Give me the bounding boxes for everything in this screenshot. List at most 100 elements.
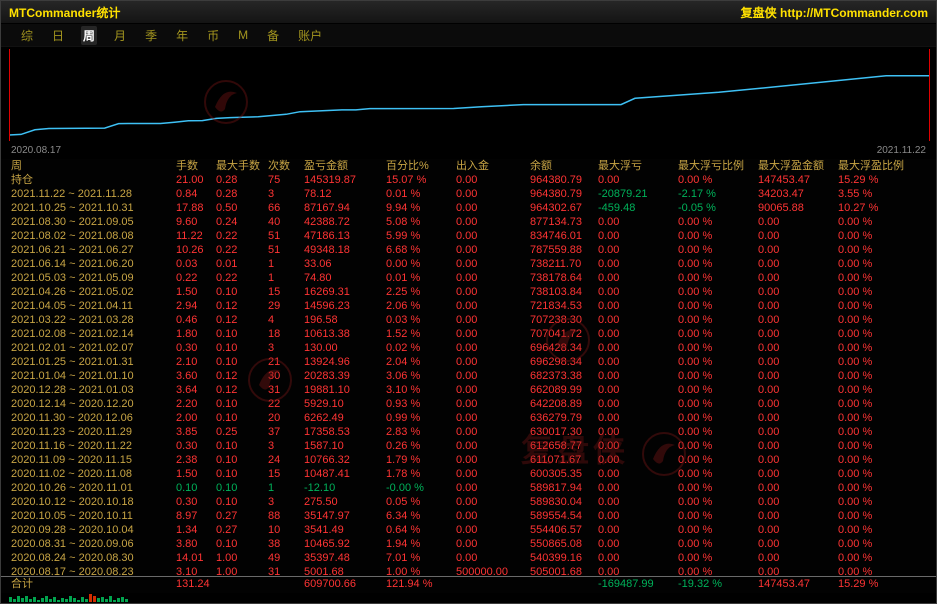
- column-header[interactable]: 百分比%: [386, 159, 456, 173]
- column-header[interactable]: 出入金: [456, 159, 530, 173]
- mini-bar: [97, 598, 100, 602]
- table-cell: 0.00 %: [838, 453, 936, 467]
- table-cell: 0.00 %: [678, 397, 758, 411]
- column-header[interactable]: 周: [11, 159, 176, 173]
- table-row[interactable]: 2021.04.26 ~ 2021.05.021.500.101516269.3…: [1, 285, 936, 299]
- table-cell: 0.00: [598, 257, 678, 271]
- table-cell: 3.10 %: [386, 383, 456, 397]
- table-cell: 0.30: [176, 341, 216, 355]
- table-cell: 10465.92: [304, 537, 386, 551]
- table-cell: 0.00: [598, 285, 678, 299]
- table-row[interactable]: 2021.05.03 ~ 2021.05.090.220.22174.800.0…: [1, 271, 936, 285]
- mini-bar: [85, 599, 88, 602]
- column-header[interactable]: 次数: [268, 159, 304, 173]
- table-cell: 1.00: [216, 565, 268, 576]
- column-header[interactable]: 最大浮亏: [598, 159, 678, 173]
- menu-item-日[interactable]: 日: [50, 26, 66, 45]
- mini-bar: [41, 598, 44, 602]
- menu-item-综[interactable]: 综: [19, 26, 35, 45]
- table-cell: 0.10: [216, 285, 268, 299]
- table-row[interactable]: 持仓21.000.2875145319.8715.07 %0.00964380.…: [1, 173, 936, 187]
- mini-bar: [61, 598, 64, 602]
- table-cell: 540399.16: [530, 551, 598, 565]
- table-cell: 0.10: [216, 467, 268, 481]
- table-row[interactable]: 2020.08.31 ~ 2020.09.063.800.103810465.9…: [1, 537, 936, 551]
- table-row[interactable]: 2021.02.01 ~ 2021.02.070.300.103130.000.…: [1, 341, 936, 355]
- table-row[interactable]: 2020.11.02 ~ 2020.11.081.500.101510487.4…: [1, 467, 936, 481]
- menu-item-账户[interactable]: 账户: [296, 26, 324, 45]
- table-row[interactable]: 2021.01.04 ~ 2021.01.103.600.123020283.3…: [1, 369, 936, 383]
- table-cell: 636279.79: [530, 411, 598, 425]
- column-header[interactable]: 余额: [530, 159, 598, 173]
- table-cell: 6262.49: [304, 411, 386, 425]
- table-cell: 7.01 %: [386, 551, 456, 565]
- table-cell: -459.48: [598, 201, 678, 215]
- table-row[interactable]: 2021.01.25 ~ 2021.01.312.100.102113924.9…: [1, 355, 936, 369]
- table-row[interactable]: 2020.12.14 ~ 2020.12.202.200.10225929.10…: [1, 397, 936, 411]
- table-row[interactable]: 2021.02.08 ~ 2021.02.141.800.101810613.3…: [1, 327, 936, 341]
- table-cell: 10.27 %: [838, 201, 936, 215]
- menu-item-季[interactable]: 季: [143, 26, 159, 45]
- menu-item-M[interactable]: M: [236, 27, 250, 43]
- table-cell: 2.04 %: [386, 355, 456, 369]
- table-cell: 15.07 %: [386, 173, 456, 187]
- table-cell: -20879.21: [598, 187, 678, 201]
- table-cell: 0.00 %: [678, 453, 758, 467]
- table-cell: 0.00: [598, 327, 678, 341]
- table-cell: 0.00 %: [838, 215, 936, 229]
- menu-item-月[interactable]: 月: [112, 26, 128, 45]
- table-row[interactable]: 2020.10.05 ~ 2020.10.118.970.278835147.9…: [1, 509, 936, 523]
- menu-item-年[interactable]: 年: [174, 26, 190, 45]
- table-row[interactable]: 2020.09.28 ~ 2020.10.041.340.27103541.49…: [1, 523, 936, 537]
- table-cell: 16269.31: [304, 285, 386, 299]
- total-cell: [530, 577, 598, 593]
- table-row[interactable]: 2020.11.09 ~ 2020.11.152.380.102410766.3…: [1, 453, 936, 467]
- table-cell: 0.00: [456, 397, 530, 411]
- mini-bar: [101, 597, 104, 602]
- table-cell: 2.38: [176, 453, 216, 467]
- table-row[interactable]: 2021.04.05 ~ 2021.04.112.940.122914596.2…: [1, 299, 936, 313]
- table-row[interactable]: 2020.10.12 ~ 2020.10.180.300.103275.500.…: [1, 495, 936, 509]
- table-row[interactable]: 2021.11.22 ~ 2021.11.280.840.28378.120.0…: [1, 187, 936, 201]
- column-header[interactable]: 最大浮盈金额: [758, 159, 838, 173]
- menu-item-周[interactable]: 周: [81, 26, 97, 45]
- table-row[interactable]: 2021.06.21 ~ 2021.06.2710.260.225149348.…: [1, 243, 936, 257]
- table-cell: 0.00: [598, 481, 678, 495]
- column-header[interactable]: 最大手数: [216, 159, 268, 173]
- table-cell: 0.00: [456, 509, 530, 523]
- table-cell: 589817.94: [530, 481, 598, 495]
- table-cell: 0.00: [758, 313, 838, 327]
- table-cell: 0.00: [758, 537, 838, 551]
- table-row[interactable]: 2020.11.16 ~ 2020.11.220.300.1031587.100…: [1, 439, 936, 453]
- menu-item-币[interactable]: 币: [205, 26, 221, 45]
- table-row[interactable]: 2020.11.30 ~ 2020.12.062.000.10206262.49…: [1, 411, 936, 425]
- table-cell: 0.22: [216, 229, 268, 243]
- table-row[interactable]: 2021.10.25 ~ 2021.10.3117.880.506687167.…: [1, 201, 936, 215]
- table-row[interactable]: 2021.06.14 ~ 2021.06.200.030.01133.060.0…: [1, 257, 936, 271]
- table-cell: 589554.54: [530, 509, 598, 523]
- column-header[interactable]: 盈亏金额: [304, 159, 386, 173]
- table-cell: 0.00: [456, 215, 530, 229]
- mini-bar: [117, 598, 120, 602]
- mini-bar: [113, 600, 116, 602]
- table-row[interactable]: 2020.12.28 ~ 2021.01.033.640.123119881.1…: [1, 383, 936, 397]
- table-cell: 0.00 %: [678, 299, 758, 313]
- table-cell: 0.00: [758, 215, 838, 229]
- table-row[interactable]: 2020.08.17 ~ 2020.08.233.101.00315001.68…: [1, 565, 936, 576]
- table-cell: 1.00: [216, 551, 268, 565]
- table-row[interactable]: 2020.08.24 ~ 2020.08.3014.011.004935397.…: [1, 551, 936, 565]
- column-header[interactable]: 手数: [176, 159, 216, 173]
- table-row[interactable]: 2020.10.26 ~ 2020.11.010.100.101-12.10-0…: [1, 481, 936, 495]
- table-row[interactable]: 2020.11.23 ~ 2020.11.293.850.253717358.5…: [1, 425, 936, 439]
- table-row[interactable]: 2021.08.02 ~ 2021.08.0811.220.225147186.…: [1, 229, 936, 243]
- table-cell: 0.00: [758, 271, 838, 285]
- brand-link[interactable]: 复盘侠 http://MTCommander.com: [741, 4, 928, 21]
- table-cell: 0.10: [216, 537, 268, 551]
- column-header[interactable]: 最大浮盈比例: [838, 159, 936, 173]
- table-cell: 589830.04: [530, 495, 598, 509]
- column-header[interactable]: 最大浮亏比例: [678, 159, 758, 173]
- menu-item-备[interactable]: 备: [265, 26, 281, 45]
- table-row[interactable]: 2021.08.30 ~ 2021.09.059.600.244042388.7…: [1, 215, 936, 229]
- table-cell: 2021.04.05 ~ 2021.04.11: [11, 299, 176, 313]
- table-row[interactable]: 2021.03.22 ~ 2021.03.280.460.124196.580.…: [1, 313, 936, 327]
